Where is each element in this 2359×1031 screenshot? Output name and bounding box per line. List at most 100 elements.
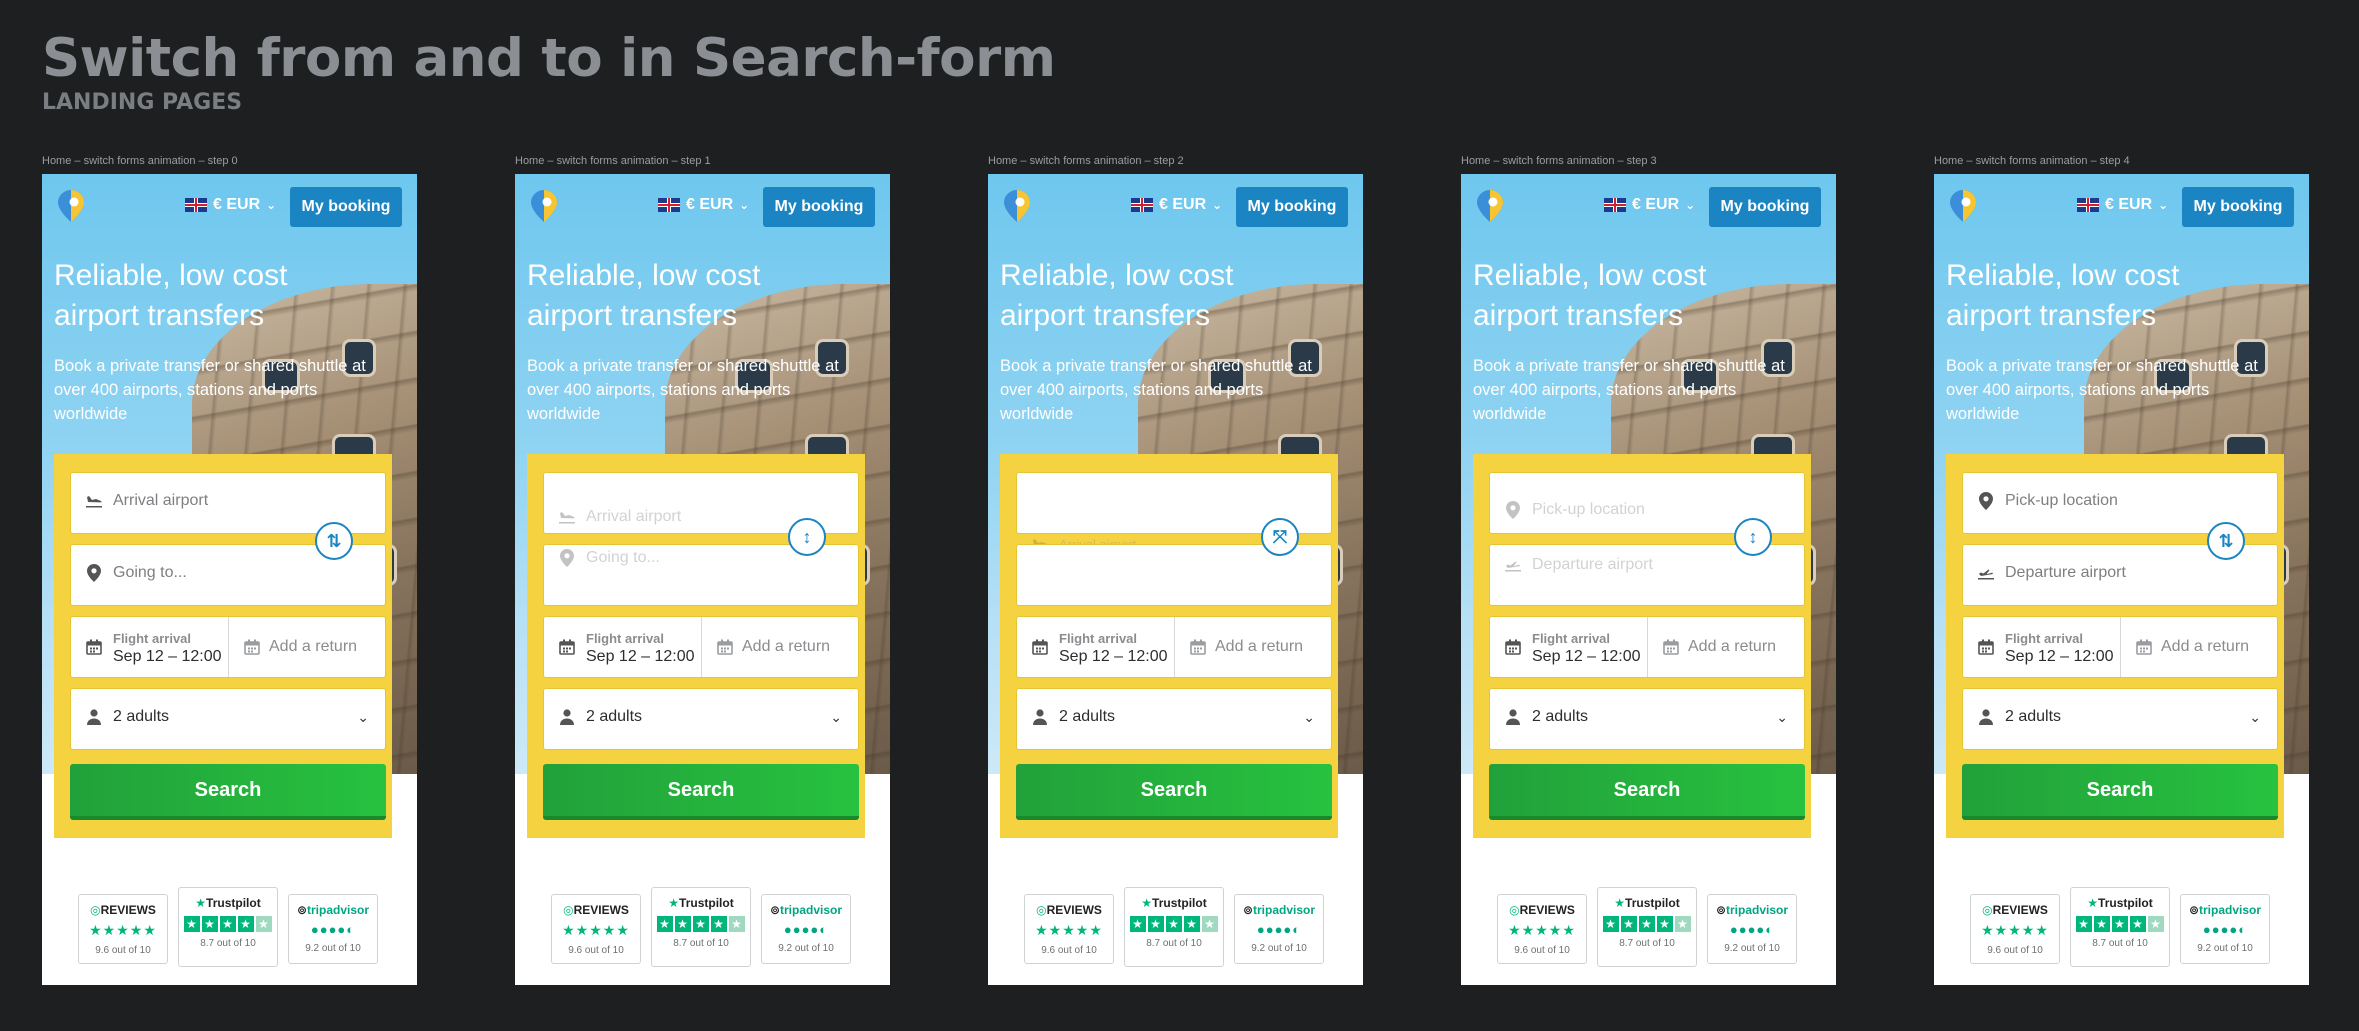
flight-arrival-date[interactable]: Flight arrival Sep 12 – 12:00 xyxy=(71,617,229,677)
my-booking-button[interactable]: My booking xyxy=(1709,187,1821,227)
reviews-badge[interactable]: ◎REVIEWS ★★★★★ 9.6 out of 10 xyxy=(551,894,641,964)
departure-row: Departure airport xyxy=(1504,556,1653,574)
trustpilot-title: ★Trustpilot xyxy=(195,896,261,910)
reviews-logo-icon: ◎ xyxy=(90,903,101,917)
return-label: Add a return xyxy=(269,638,358,655)
tripadvisor-badge[interactable]: ⊚tripadvisor ●●●●◐ 9.2 out of 10 xyxy=(288,894,378,964)
add-return-date[interactable]: Add a return xyxy=(1175,617,1331,677)
trustpilot-badge[interactable]: ★Trustpilot ★ ★ ★ ★ ★ 8.7 out of 10 xyxy=(1597,887,1697,967)
tripadvisor-badge[interactable]: ⊚tripadvisor ●●●●◐ 9.2 out of 10 xyxy=(1707,894,1797,964)
my-booking-button[interactable]: My booking xyxy=(290,187,402,227)
my-booking-button[interactable]: My booking xyxy=(1236,187,1348,227)
passengers-select[interactable]: 2 adults ⌄ xyxy=(70,688,386,750)
trustpilot-badge[interactable]: ★Trustpilot ★ ★ ★ ★ ★ 8.7 out of 10 xyxy=(651,887,751,967)
flight-arrival-date[interactable]: Flight arrival Sep 12 – 12:00 xyxy=(1490,617,1648,677)
phone-screen: € EUR ⌄ My booking Reliable, low cost ai… xyxy=(1934,174,2309,985)
going-placeholder: Going to... xyxy=(586,549,660,566)
trustpilot-score: 8.7 out of 10 xyxy=(1146,938,1202,949)
phone-screen: € EUR ⌄ My booking Reliable, low cost ai… xyxy=(988,174,1363,985)
brand-logo-icon[interactable] xyxy=(1002,189,1032,223)
date-field: Flight arrival Sep 12 – 12:00 Add a retu… xyxy=(1016,616,1332,678)
calendar-icon xyxy=(716,638,734,656)
swap-arrows-icon[interactable]: ⤧ xyxy=(1261,518,1299,556)
search-form: Pick-up location Departure airport ⇅ Fli… xyxy=(1946,454,2284,838)
trustpilot-badge[interactable]: ★Trustpilot ★ ★ ★ ★ ★ 8.7 out of 10 xyxy=(1124,887,1224,967)
calendar-icon xyxy=(1504,638,1522,656)
arrival-placeholder: Arrival airport xyxy=(586,508,682,525)
swap-arrows-icon[interactable]: ↕ xyxy=(788,518,826,556)
person-icon xyxy=(1977,708,1995,726)
trustpilot-badge[interactable]: ★Trustpilot ★ ★ ★ ★ ★ 8.7 out of 10 xyxy=(2070,887,2170,967)
trustpilot-badge[interactable]: ★Trustpilot ★ ★ ★ ★ ★ 8.7 out of 10 xyxy=(178,887,278,967)
trustpilot-title: ★Trustpilot xyxy=(668,896,734,910)
reviews-stars: ★★★★★ xyxy=(562,922,630,938)
reviews-logo-icon: ◎ xyxy=(1982,903,1993,917)
plane-takeoff-icon xyxy=(1504,556,1522,574)
trustpilot-stars: ★ ★ ★ ★ ★ xyxy=(2071,915,2169,932)
search-button[interactable]: Search xyxy=(70,764,386,820)
tripadvisor-badge[interactable]: ⊚tripadvisor ●●●●◐ 9.2 out of 10 xyxy=(761,894,851,964)
brand-logo-icon[interactable] xyxy=(1475,189,1505,223)
trustpilot-score: 8.7 out of 10 xyxy=(1619,938,1675,949)
tripadvisor-badge[interactable]: ⊚tripadvisor ●●●●◐ 9.2 out of 10 xyxy=(1234,894,1324,964)
my-booking-button[interactable]: My booking xyxy=(763,187,875,227)
search-button[interactable]: Search xyxy=(543,764,859,820)
uk-flag-icon xyxy=(2077,198,2099,212)
tripadvisor-score: 9.2 out of 10 xyxy=(778,943,834,954)
passengers-select[interactable]: 2 adults ⌄ xyxy=(1489,688,1805,750)
pickup-placeholder: Pick-up location xyxy=(1532,501,1645,518)
flight-arrival-date[interactable]: Flight arrival Sep 12 – 12:00 xyxy=(1963,617,2121,677)
reviews-score: 9.6 out of 10 xyxy=(1514,945,1570,956)
reviews-badge[interactable]: ◎REVIEWS ★★★★★ 9.6 out of 10 xyxy=(1497,894,1587,964)
chevron-down-icon: ⌄ xyxy=(739,198,750,212)
currency-selector[interactable]: € EUR ⌄ xyxy=(1131,196,1222,214)
my-booking-button[interactable]: My booking xyxy=(2182,187,2294,227)
brand-logo-icon[interactable] xyxy=(56,189,86,223)
add-return-date[interactable]: Add a return xyxy=(702,617,858,677)
going-row: Going to... xyxy=(85,564,187,582)
phone-screen: € EUR ⌄ My booking Reliable, low cost ai… xyxy=(1461,174,1836,985)
reviews-badge[interactable]: ◎REVIEWS ★★★★★ 9.6 out of 10 xyxy=(78,894,168,964)
tripadvisor-title: ⊚tripadvisor xyxy=(1715,903,1789,917)
date-label: Flight arrival xyxy=(113,631,192,646)
currency-selector[interactable]: € EUR ⌄ xyxy=(185,196,276,214)
search-button[interactable]: Search xyxy=(1489,764,1805,820)
trustpilot-star-icon: ★ xyxy=(668,896,680,910)
search-button[interactable]: Search xyxy=(1016,764,1332,820)
reviews-badge[interactable]: ◎REVIEWS ★★★★★ 9.6 out of 10 xyxy=(1970,894,2060,964)
search-button[interactable]: Search xyxy=(1962,764,2278,820)
departure-placeholder: Departure airport xyxy=(1532,556,1653,573)
swap-arrows-icon[interactable]: ⇅ xyxy=(2207,522,2245,560)
hero-subline: Book a private transfer or shared shuttl… xyxy=(1000,357,1312,423)
hero-subline: Book a private transfer or shared shuttl… xyxy=(1946,357,2258,423)
currency-selector[interactable]: € EUR ⌄ xyxy=(1604,196,1695,214)
reviews-stars: ★★★★★ xyxy=(1508,922,1576,938)
plane-takeoff-icon xyxy=(1977,564,1995,582)
currency-selector[interactable]: € EUR ⌄ xyxy=(658,196,749,214)
tripadvisor-badge[interactable]: ⊚tripadvisor ●●●●◐ 9.2 out of 10 xyxy=(2180,894,2270,964)
hero-headline: Reliable, low cost airport transfers xyxy=(1946,259,2180,332)
tripadvisor-owl-icon: ⊚ xyxy=(2188,903,2200,917)
flight-arrival-date[interactable]: Flight arrival Sep 12 – 12:00 xyxy=(544,617,702,677)
swap-arrows-icon[interactable]: ⇅ xyxy=(315,522,353,560)
return-label: Add a return xyxy=(742,638,831,655)
chevron-down-icon: ⌄ xyxy=(2158,198,2169,212)
passengers-select[interactable]: 2 adults ⌄ xyxy=(1016,688,1332,750)
date-field: Flight arrival Sep 12 – 12:00 Add a retu… xyxy=(1489,616,1805,678)
brand-logo-icon[interactable] xyxy=(529,189,559,223)
passengers-select[interactable]: 2 adults ⌄ xyxy=(543,688,859,750)
passengers-value: 2 adults xyxy=(586,708,643,725)
flight-arrival-date[interactable]: Flight arrival Sep 12 – 12:00 xyxy=(1017,617,1175,677)
reviews-badge[interactable]: ◎REVIEWS ★★★★★ 9.6 out of 10 xyxy=(1024,894,1114,964)
passengers-select[interactable]: 2 adults ⌄ xyxy=(1962,688,2278,750)
currency-selector[interactable]: € EUR ⌄ xyxy=(2077,196,2168,214)
reviews-stars: ★★★★★ xyxy=(1035,922,1103,938)
add-return-date[interactable]: Add a return xyxy=(1648,617,1804,677)
passengers-row: 2 adults xyxy=(85,708,169,726)
add-return-date[interactable]: Add a return xyxy=(2121,617,2277,677)
brand-logo-icon[interactable] xyxy=(1948,189,1978,223)
uk-flag-icon xyxy=(185,198,207,212)
add-return-date[interactable]: Add a return xyxy=(229,617,385,677)
reviews-logo-icon: ◎ xyxy=(563,903,574,917)
swap-arrows-icon[interactable]: ↕ xyxy=(1734,518,1772,556)
